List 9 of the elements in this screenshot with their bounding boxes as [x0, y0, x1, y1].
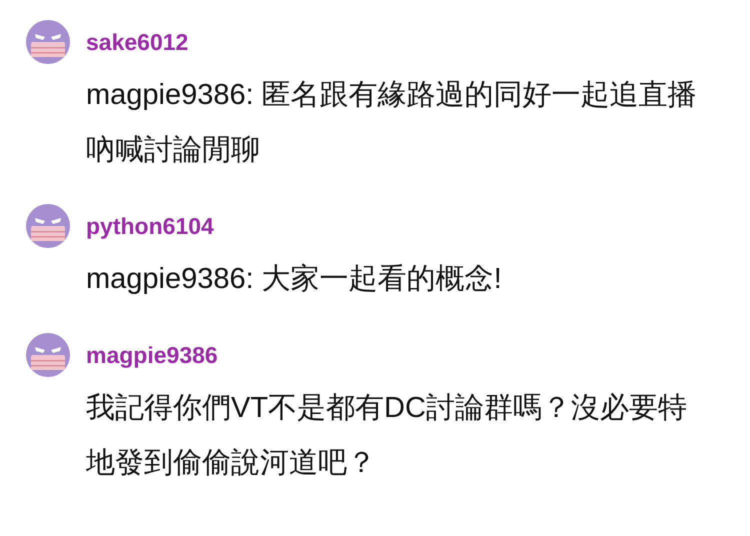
avatar-icon [26, 333, 70, 377]
avatar-icon [26, 204, 70, 248]
message-text: magpie9386: 匿名跟有緣路過的同好一起追直播吶喊討論閒聊 [86, 78, 698, 168]
avatar-icon [26, 20, 70, 64]
message-text: 我記得你們VT不是都有DC討論群嗎？沒必要特地發到偷偷說河道吧？ [86, 391, 688, 481]
username[interactable]: sake6012 [86, 28, 188, 56]
username[interactable]: python6104 [86, 212, 214, 240]
username[interactable]: magpie9386 [86, 342, 218, 368]
message-text: magpie9386: 大家一起看的概念! [86, 262, 503, 297]
